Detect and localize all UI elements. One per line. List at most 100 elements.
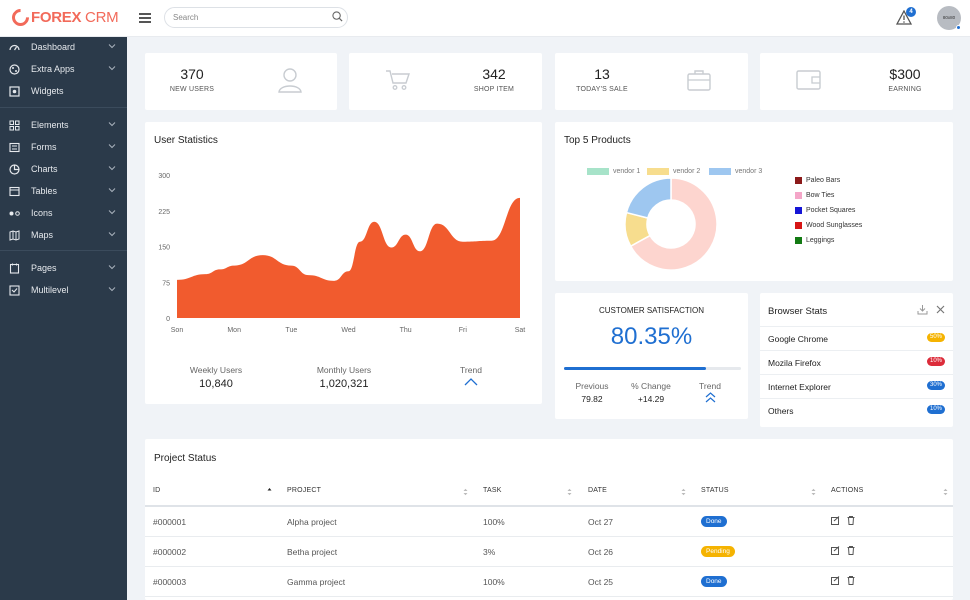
delete-icon[interactable] (847, 546, 855, 555)
briefcase-icon (687, 70, 711, 91)
trend-label: Trend (460, 365, 482, 375)
sidebar-item-tables[interactable]: Tables (0, 181, 127, 201)
cell-id: #000001 (153, 517, 187, 527)
legend-swatch (795, 192, 802, 199)
wallet-icon (796, 70, 821, 90)
stat-card-todays-sale: 13 TODAY'S SALE (555, 53, 748, 110)
delete-icon[interactable] (847, 576, 855, 585)
sidebar-item-multilevel[interactable]: Multilevel (0, 280, 127, 300)
x-tick-label: Thu (400, 327, 412, 334)
cell-task: 100% (483, 577, 505, 587)
sidebar-item-elements[interactable]: Elements (0, 115, 127, 135)
x-tick-label: Wed (341, 327, 355, 334)
browser-row-chrome: Google Chrome 50% (760, 326, 953, 350)
sort-icon[interactable] (463, 488, 468, 496)
double-chevron-up-icon (705, 392, 716, 403)
search-input[interactable] (164, 7, 348, 28)
weekly-users-value: 10,840 (199, 378, 233, 390)
stat-label: TODAY'S SALE (576, 86, 628, 93)
sidebar-item-maps[interactable]: Maps (0, 225, 127, 245)
column-header-actions[interactable]: ACTIONS (831, 487, 864, 494)
legend-swatch (709, 168, 731, 175)
sidebar-item-charts[interactable]: Charts (0, 159, 127, 179)
top-products-donut-chart (624, 177, 718, 271)
sort-icon[interactable] (567, 488, 572, 496)
sidebar-item-label: Multilevel (31, 285, 69, 295)
monthly-users-value: 1,020,321 (319, 378, 369, 390)
column-header-task[interactable]: TASK (483, 487, 502, 494)
cart-icon (386, 70, 410, 90)
browser-name: Internet Explorer (768, 382, 831, 392)
sort-icon[interactable] (681, 488, 686, 496)
sort-icon[interactable] (811, 488, 816, 496)
x-tick-label: Sat (515, 327, 526, 334)
edit-icon[interactable] (831, 576, 840, 585)
row-divider (145, 596, 953, 597)
satisfaction-progress-track (564, 367, 741, 370)
edit-icon[interactable] (831, 546, 840, 555)
sidebar-item-icons[interactable]: Icons (0, 203, 127, 223)
legend-swatch (795, 222, 802, 229)
download-icon[interactable] (917, 304, 928, 315)
satisfaction-value: 80.35% (610, 323, 693, 350)
sort-asc-icon[interactable] (267, 487, 272, 495)
close-icon[interactable] (936, 305, 945, 314)
edit-icon[interactable] (831, 516, 840, 525)
sidebar-item-forms[interactable]: Forms (0, 137, 127, 157)
x-tick-label: Tue (285, 327, 297, 334)
sidebar-item-label: Widgets (31, 86, 64, 96)
tables-icon (9, 186, 20, 197)
trend-up-icon (464, 378, 478, 386)
stat-card-earning: $300 EARNING (760, 53, 953, 110)
brand-suffix: CRM (81, 9, 119, 26)
sidebar-item-label: Elements (31, 120, 69, 130)
search-icon[interactable] (332, 11, 343, 22)
sidebar-item-dashboard[interactable]: Dashboard (0, 37, 127, 57)
stat-value: 342 (482, 66, 506, 82)
sidebar-item-pages[interactable]: Pages (0, 258, 127, 278)
sidebar-divider (0, 250, 127, 251)
stat-label: NEW USERS (169, 86, 215, 93)
row-divider (145, 566, 953, 567)
sidebar-item-extra-apps[interactable]: Extra Apps (0, 59, 127, 79)
status-badge: Pending (701, 546, 735, 557)
legend-swatch (795, 207, 802, 214)
x-tick-label: Mon (227, 327, 241, 334)
chevron-down-icon (108, 66, 116, 71)
sidebar-divider (0, 107, 127, 108)
browser-row-others: Others 10% (760, 398, 953, 422)
maps-icon (9, 229, 20, 241)
user-statistics-card: User Statistics 300 225 150 75 0 Son Mon Tue Wed… (145, 122, 542, 404)
column-header-status[interactable]: STATUS (701, 487, 729, 494)
sort-icon[interactable] (943, 488, 948, 496)
cell-project: Gamma project (287, 577, 346, 587)
status-badge: Done (701, 576, 727, 587)
x-tick-label: Fri (459, 327, 468, 334)
brand-logo[interactable]: FOREX CRM (8, 5, 119, 30)
user-icon (278, 68, 302, 93)
legend-swatch (647, 168, 669, 175)
browser-row-ie: Internet Explorer 30% (760, 374, 953, 398)
logo-icon (8, 5, 33, 30)
forms-icon (9, 142, 20, 153)
delete-icon[interactable] (847, 516, 855, 525)
menu-toggle-icon[interactable] (139, 13, 151, 23)
card-title: Top 5 Products (564, 135, 631, 146)
sidebar-item-widgets[interactable]: Widgets (0, 81, 127, 101)
legend-label: vendor 2 (673, 168, 701, 175)
column-header-id[interactable]: ID (153, 487, 160, 494)
stat-value: $300 (889, 66, 921, 82)
legend-label: Wood Sunglasses (806, 222, 863, 229)
column-header-project[interactable]: PROJECT (287, 487, 321, 494)
trend-label: Trend (699, 381, 721, 391)
browser-name: Mozila Firefox (768, 358, 821, 368)
sidebar-item-label: Dashboard (31, 42, 76, 52)
legend-swatch (795, 177, 802, 184)
online-status-dot (956, 25, 961, 30)
browser-pct-badge: 10% (926, 357, 945, 366)
stat-value: 13 (594, 66, 610, 82)
card-title: CUSTOMER SATISFACTION (598, 306, 705, 315)
row-divider (145, 536, 953, 537)
browser-pct-badge: 50% (926, 333, 945, 342)
column-header-date[interactable]: DATE (588, 487, 607, 494)
